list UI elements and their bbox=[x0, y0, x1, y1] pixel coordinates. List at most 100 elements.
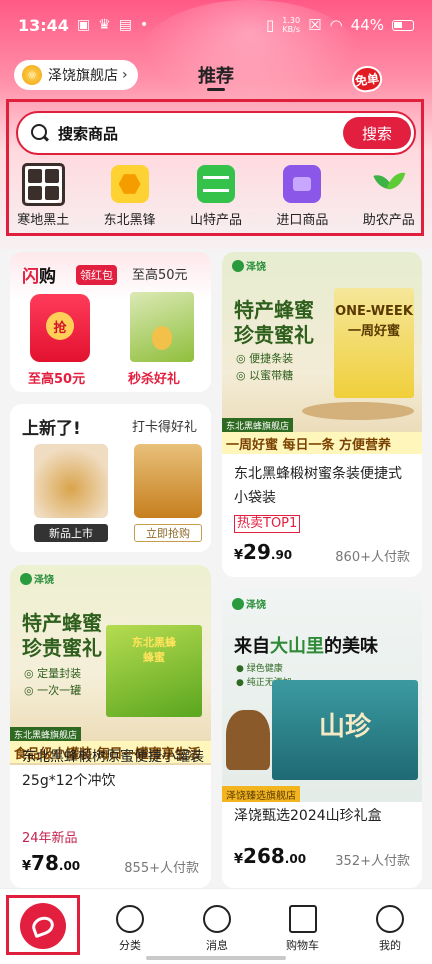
new-product-image[interactable] bbox=[134, 444, 202, 518]
new-launch-button[interactable]: 新品上市 bbox=[34, 524, 108, 542]
grab-icon: 抢 bbox=[46, 312, 74, 340]
status-time: 13:44 bbox=[18, 15, 69, 35]
category-item[interactable]: 东北黑锋 bbox=[86, 165, 172, 233]
battery-percent: 44% bbox=[350, 16, 384, 34]
product-bullets: ◎ 定量封装 ◎ 一次一罐 bbox=[24, 667, 82, 697]
dot-icon: • bbox=[139, 17, 149, 33]
seckill-label: 秒杀好礼 bbox=[128, 372, 181, 387]
crown-icon: ♛ bbox=[98, 17, 111, 33]
hot-badge: 热卖TOP1 bbox=[234, 515, 301, 533]
product-image[interactable]: 泽饶 来自大山里的美味 ● 绿色健康 ● 纯正无添加 山珍 泽饶臻选旗舰店 bbox=[222, 590, 422, 802]
profile-icon bbox=[376, 905, 404, 933]
cart-icon bbox=[288, 905, 317, 933]
nav-label: 分类 bbox=[119, 939, 141, 952]
new-arrivals-title: 上新了! bbox=[22, 419, 81, 439]
mountain-icon bbox=[196, 165, 235, 203]
category-item[interactable]: 进口商品 bbox=[259, 165, 345, 233]
new-arrivals-card[interactable]: 上新了! 打卡得好礼 新品上市 立即抢购 bbox=[10, 404, 211, 552]
product-image[interactable]: 泽饶 特产蜂蜜 珍贵蜜礼 ◎ 定量封装 ◎ 一次一罐 东北黑蜂 蜂蜜 东北黑蜂旗… bbox=[10, 565, 211, 765]
category-label: 寒地黑土 bbox=[17, 213, 70, 228]
app-notification-icon: ▣ bbox=[76, 17, 91, 33]
product-card[interactable]: 泽饶 来自大山里的美味 ● 绿色健康 ● 纯正无添加 山珍 泽饶臻选旗舰店 泽饶… bbox=[222, 590, 422, 888]
product-bullets: ◎ 便捷条装 ◎ 以蜜带糖 bbox=[236, 352, 294, 382]
flash-product-image[interactable] bbox=[130, 292, 194, 362]
shop-tag: 泽饶臻选旗舰店 bbox=[222, 786, 300, 802]
product-price: ¥29.90 bbox=[234, 540, 293, 564]
paid-count: 855+人付款 bbox=[124, 861, 199, 876]
product-title[interactable]: 东北黑蜂椴树原蜜便捷小罐装25g*12个冲饮 bbox=[22, 745, 207, 793]
search-button[interactable]: 搜索 bbox=[343, 117, 411, 149]
product-stand bbox=[302, 402, 414, 420]
product-box-art: 山珍 bbox=[272, 680, 418, 780]
flash-sale-title: 闪购 bbox=[22, 267, 56, 287]
nav-label: 我的 bbox=[379, 939, 401, 952]
product-title[interactable]: 泽饶甄选2024山珍礼盒 bbox=[234, 804, 414, 828]
category-item[interactable]: 助农产品 bbox=[346, 165, 432, 233]
flash-sale-card[interactable]: 闪购 领红包 至高50元 抢 至高50元 秒杀好礼 bbox=[10, 252, 211, 392]
status-bar: 13:44 ▣ ♛ ▤ • ▯ 1.30 KB/s ☒ ◠ 44% bbox=[0, 0, 432, 50]
product-box-art: 东北黑蜂 蜂蜜 bbox=[106, 625, 202, 717]
app-notification-icon: ▤ bbox=[118, 17, 132, 33]
category-icon bbox=[116, 905, 144, 933]
nav-profile[interactable]: 我的 bbox=[376, 905, 404, 953]
brand-logo-icon bbox=[29, 913, 57, 939]
product-slogan: 一周好蜜 每日一条 方便营养 bbox=[222, 432, 422, 454]
category-item[interactable]: 山特产品 bbox=[173, 165, 259, 233]
buy-now-button[interactable]: 立即抢购 bbox=[134, 524, 202, 542]
paid-count: 860+人付款 bbox=[335, 550, 410, 565]
grid-icon bbox=[21, 162, 65, 206]
brand-logo: 泽饶 bbox=[232, 258, 266, 273]
new-product-image[interactable] bbox=[34, 444, 108, 518]
flash-sale-upto: 至高50元 bbox=[132, 268, 188, 283]
message-icon bbox=[203, 905, 231, 933]
shop-tag: 东北黑蜂旗舰店 bbox=[10, 727, 82, 741]
category-label: 进口商品 bbox=[276, 213, 329, 228]
red-packet-label: 至高50元 bbox=[28, 372, 86, 387]
brand-logo: 泽饶 bbox=[20, 571, 54, 586]
honeycomb-icon bbox=[110, 165, 149, 203]
search-icon bbox=[30, 123, 50, 143]
product-card[interactable]: 泽饶 特产蜂蜜 珍贵蜜礼 ◎ 定量封装 ◎ 一次一罐 东北黑蜂 蜂蜜 东北黑蜂旗… bbox=[10, 565, 211, 888]
wifi-icon: ◠ bbox=[329, 16, 343, 34]
category-label: 山特产品 bbox=[189, 213, 242, 228]
nav-category[interactable]: 分类 bbox=[116, 905, 144, 953]
product-price: ¥78.00 bbox=[22, 851, 81, 875]
store-selector[interactable]: ☼ 泽饶旗舰店 › bbox=[14, 60, 138, 90]
paid-count: 352+人付款 bbox=[335, 854, 410, 869]
product-card[interactable]: 泽饶 特产蜂蜜 珍贵蜜礼 ◎ 便捷条装 ◎ 以蜜带糖 ONE-WEEK 一周好蜜… bbox=[222, 252, 422, 577]
nav-cart[interactable]: 购物车 bbox=[286, 905, 319, 953]
nav-label: 购物车 bbox=[286, 939, 319, 952]
home-logo-button[interactable] bbox=[20, 903, 66, 949]
network-speed: 1.30 KB/s bbox=[282, 16, 301, 34]
sim-icon: ☒ bbox=[308, 16, 322, 34]
vibrate-icon: ▯ bbox=[266, 16, 275, 34]
search-input[interactable]: 搜索商品 bbox=[58, 123, 118, 144]
tab-recommend[interactable]: 推荐 bbox=[198, 62, 234, 88]
import-box-icon bbox=[283, 165, 322, 203]
new-product-badge: 24年新品 bbox=[22, 831, 78, 846]
shop-tag: 东北黑蜂旗舰店 bbox=[222, 418, 294, 432]
nav-label: 消息 bbox=[206, 939, 228, 952]
red-packet-image[interactable]: 抢 bbox=[30, 294, 90, 362]
category-label: 助农产品 bbox=[362, 213, 415, 228]
product-title[interactable]: 东北黑蜂椴树蜜条装便捷式小袋装 bbox=[234, 462, 414, 510]
category-label: 东北黑锋 bbox=[103, 213, 156, 228]
store-logo-icon: ☼ bbox=[22, 65, 42, 85]
sprout-icon bbox=[370, 165, 408, 203]
gesture-bar bbox=[146, 956, 286, 960]
tab-indicator bbox=[207, 88, 225, 91]
search-bar[interactable]: 搜索商品 搜索 bbox=[16, 111, 416, 155]
product-hero-text: 特产蜂蜜 珍贵蜜礼 bbox=[234, 298, 314, 347]
product-hero-text: 特产蜂蜜 珍贵蜜礼 bbox=[22, 611, 102, 660]
product-image[interactable]: 泽饶 特产蜂蜜 珍贵蜜礼 ◎ 便捷条装 ◎ 以蜜带糖 ONE-WEEK 一周好蜜… bbox=[222, 252, 422, 454]
battery-icon bbox=[392, 19, 414, 31]
mushroom-image bbox=[226, 710, 270, 770]
new-arrivals-subtitle: 打卡得好礼 bbox=[132, 420, 198, 435]
red-packet-tag[interactable]: 领红包 bbox=[76, 265, 117, 285]
nav-messages[interactable]: 消息 bbox=[203, 905, 231, 953]
chevron-right-icon: › bbox=[122, 67, 128, 83]
category-row: 寒地黑土 东北黑锋 山特产品 进口商品 助农产品 bbox=[0, 162, 432, 233]
category-item[interactable]: 寒地黑土 bbox=[0, 162, 86, 233]
store-name: 泽饶旗舰店 bbox=[48, 68, 118, 84]
product-price: ¥268.00 bbox=[234, 844, 307, 868]
